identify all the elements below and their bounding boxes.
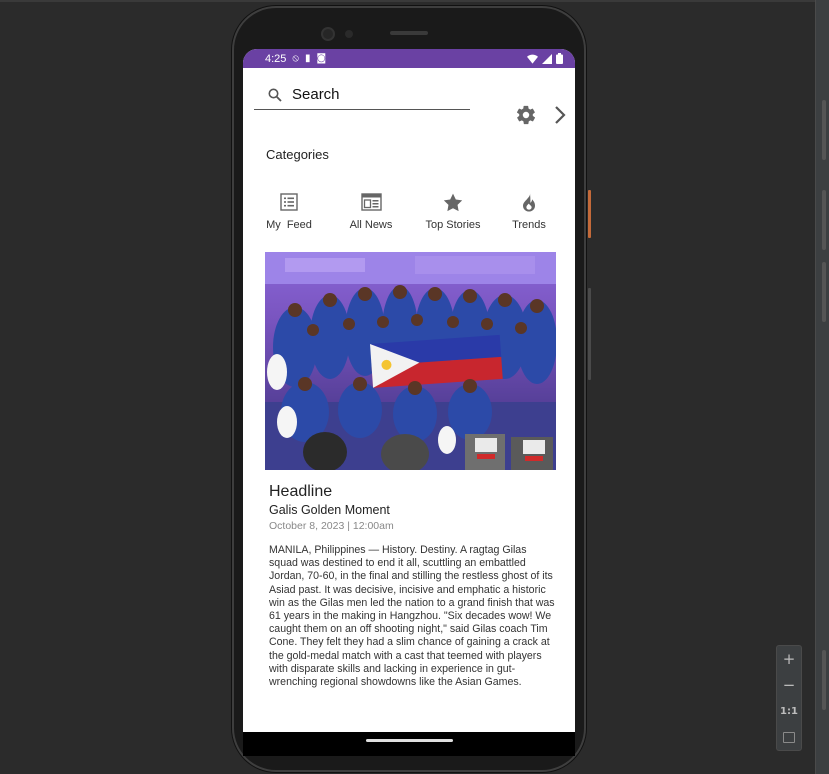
status-time: 4:25 — [265, 52, 287, 65]
tool-tab-gradle[interactable] — [822, 190, 826, 250]
category-top-stories[interactable]: Top Stories — [418, 191, 488, 231]
chevron-right-icon — [555, 106, 566, 124]
category-label: All News — [349, 219, 393, 231]
list-icon — [280, 193, 298, 211]
top-toolbar — [243, 68, 575, 138]
category-trends[interactable]: Trends — [494, 191, 564, 231]
settings-button[interactable] — [515, 104, 537, 126]
tool-tab-notifications[interactable] — [822, 100, 826, 160]
camera-sensor — [345, 30, 353, 38]
ide-top-edge — [0, 0, 815, 2]
battery-icon — [556, 53, 563, 64]
article-headline: Headline — [269, 483, 333, 500]
category-all-news[interactable]: All News — [336, 191, 406, 231]
article-body: MANILA, Philippines — History. Destiny. … — [269, 544, 555, 689]
article-subheadline: Galis Golden Moment — [269, 503, 390, 517]
fit-screen-button[interactable] — [777, 724, 801, 750]
category-label: Trends — [512, 219, 546, 231]
actual-size-button[interactable]: 1:1 — [777, 698, 801, 724]
article-date: October 8, 2023 | 12:00am — [269, 520, 394, 532]
category-label: Top Stories — [425, 219, 481, 231]
category-label: My Feed — [266, 219, 312, 231]
team-celebration-photo[interactable] — [265, 252, 556, 470]
zoom-controls: + − 1:1 — [776, 645, 802, 751]
categories-title: Categories — [266, 147, 329, 162]
notification-icon: ◙ — [316, 53, 327, 64]
ide-right-tool-strip[interactable] — [815, 0, 829, 774]
search-input[interactable] — [292, 86, 452, 103]
search-bar[interactable] — [254, 80, 470, 110]
tool-tab-device-explorer[interactable] — [822, 650, 826, 710]
sim-card-icon: ▮ — [304, 53, 311, 64]
flame-icon — [523, 192, 535, 212]
power-button[interactable] — [588, 190, 591, 238]
signal-icon — [542, 53, 552, 64]
gear-icon — [516, 105, 536, 125]
status-bar: 4:25 ⦸ ▮ ◙ — [243, 49, 575, 68]
home-indicator[interactable] — [366, 739, 453, 742]
privacy-shield-icon: ⦸ — [292, 53, 299, 64]
photo-illustration — [265, 252, 556, 470]
wifi-icon — [527, 54, 538, 64]
volume-button[interactable] — [588, 288, 591, 380]
zoom-out-button[interactable]: − — [777, 672, 801, 698]
newspaper-icon — [360, 193, 382, 211]
star-icon — [443, 193, 463, 211]
zoom-in-button[interactable]: + — [777, 646, 801, 672]
tool-tab-layout-validation[interactable] — [822, 262, 826, 322]
navigation-bar — [243, 732, 575, 756]
fit-screen-icon — [783, 731, 795, 743]
earpiece-speaker — [390, 31, 428, 35]
category-my-feed[interactable]: My Feed — [254, 191, 324, 231]
next-button[interactable] — [552, 104, 568, 126]
app-screen: 4:25 ⦸ ▮ ◙ Categories — [243, 49, 575, 732]
front-camera — [321, 27, 335, 41]
categories-row: My Feed All News Top Stories Trends — [243, 191, 575, 239]
search-icon — [268, 88, 282, 102]
